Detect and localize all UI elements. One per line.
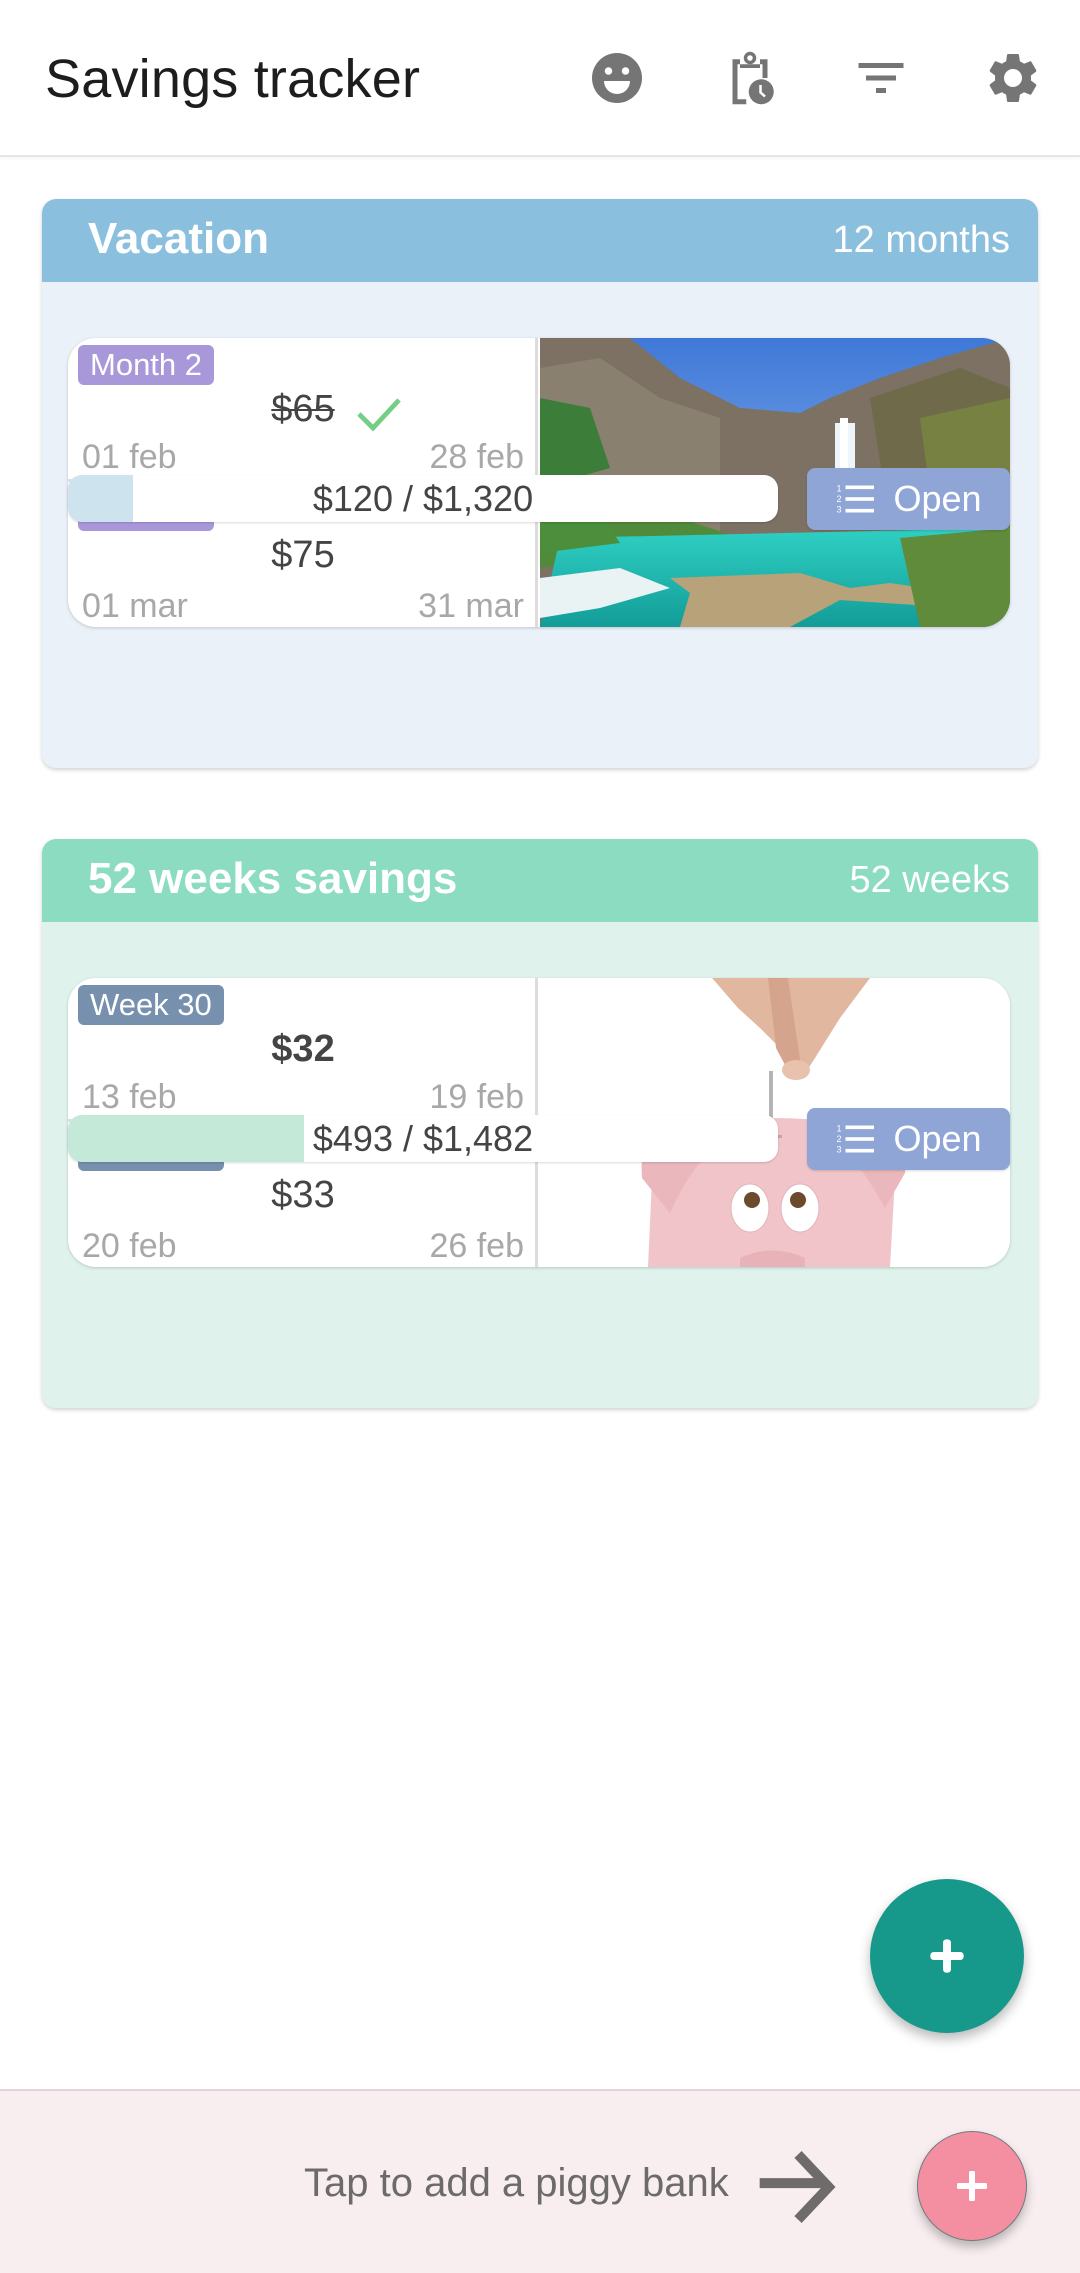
gear-icon <box>989 54 1037 102</box>
period-start-date: 20 feb <box>82 1227 177 1265</box>
mood-button[interactable] <box>585 46 649 110</box>
clipboard-clock-icon <box>732 51 774 105</box>
savings-progress-bar: $493 / $1,482 <box>68 1115 778 1162</box>
svg-text:3: 3 <box>837 1145 842 1155</box>
period-start-date: 13 feb <box>82 1078 177 1116</box>
period-amount: $32 <box>271 1028 335 1070</box>
plus-icon <box>930 1939 964 1973</box>
period-badge: Week 30 <box>78 985 224 1025</box>
progress-label: $120 / $1,320 <box>312 478 534 519</box>
filter-button[interactable] <box>849 46 913 110</box>
add-piggy-bank-hint-button[interactable] <box>917 2131 1027 2241</box>
period-amount: $65 <box>271 388 335 430</box>
add-piggy-bank-fab[interactable] <box>870 1879 1024 2033</box>
card-body: Week 30 $32 13 feb 19 feb Week 31 $33 20… <box>42 922 1038 1408</box>
period-end-date: 28 feb <box>429 438 524 476</box>
card-header: 52 weeks savings 52 weeks <box>42 839 1038 922</box>
open-button[interactable]: 1 2 3 Open <box>807 468 1010 530</box>
card-duration: 52 weeks <box>849 859 1010 901</box>
card-body: Month 2 $65 01 feb 28 feb Month 3 $75 0 <box>42 282 1038 768</box>
period-end-date: 26 feb <box>429 1227 524 1265</box>
svg-text:2: 2 <box>837 494 842 504</box>
open-button[interactable]: 1 2 3 Open <box>807 1108 1010 1170</box>
plus-icon <box>957 2171 987 2201</box>
svg-text:1: 1 <box>837 484 842 494</box>
period-end-date: 19 feb <box>429 1078 524 1116</box>
numbered-list-icon: 1 2 3 <box>837 1124 875 1155</box>
card-title: Vacation <box>88 214 269 263</box>
svg-text:3: 3 <box>837 505 842 515</box>
period-badge: Month 2 <box>78 345 215 385</box>
savings-progress-bar: $120 / $1,320 <box>68 475 778 522</box>
add-hint-bar: Tap to add a piggy bank <box>0 2089 1080 2273</box>
card-title: 52 weeks savings <box>88 854 458 903</box>
filter-icon <box>858 63 904 93</box>
checkmark-icon <box>357 398 401 432</box>
add-hint-text: Tap to add a piggy bank <box>304 2161 729 2205</box>
progress-label: $493 / $1,482 <box>312 1118 534 1159</box>
period-start-date: 01 feb <box>82 438 177 476</box>
period-amount: $33 <box>271 1174 335 1216</box>
card-header: Vacation 12 months <box>42 199 1038 282</box>
arrow-right-icon <box>759 2151 836 2223</box>
piggy-bank-card-52-weeks[interactable]: 52 weeks savings 52 weeks Week 30 $32 13… <box>42 839 1038 1408</box>
open-button-label: Open <box>893 1118 982 1159</box>
app-bar: Savings tracker <box>0 0 1080 157</box>
card-duration: 12 months <box>832 219 1010 261</box>
svg-text:2: 2 <box>837 1134 842 1144</box>
open-button-label: Open <box>893 478 982 519</box>
period-item[interactable]: Week 30 $32 13 feb 19 feb <box>68 978 538 1122</box>
smiley-face-icon <box>592 53 642 103</box>
period-start-date: 01 mar <box>82 587 188 625</box>
period-amount: $75 <box>271 534 335 576</box>
settings-button[interactable] <box>981 46 1045 110</box>
pending-history-button[interactable] <box>718 46 782 110</box>
app-title: Savings tracker <box>45 49 421 109</box>
numbered-list-icon: 1 2 3 <box>837 484 875 515</box>
period-item[interactable]: Month 2 $65 01 feb 28 feb <box>68 338 538 482</box>
svg-text:1: 1 <box>837 1124 842 1134</box>
piggy-bank-card-vacation[interactable]: Vacation 12 months Month 2 $65 01 feb 28… <box>42 199 1038 768</box>
period-end-date: 31 mar <box>418 587 524 625</box>
